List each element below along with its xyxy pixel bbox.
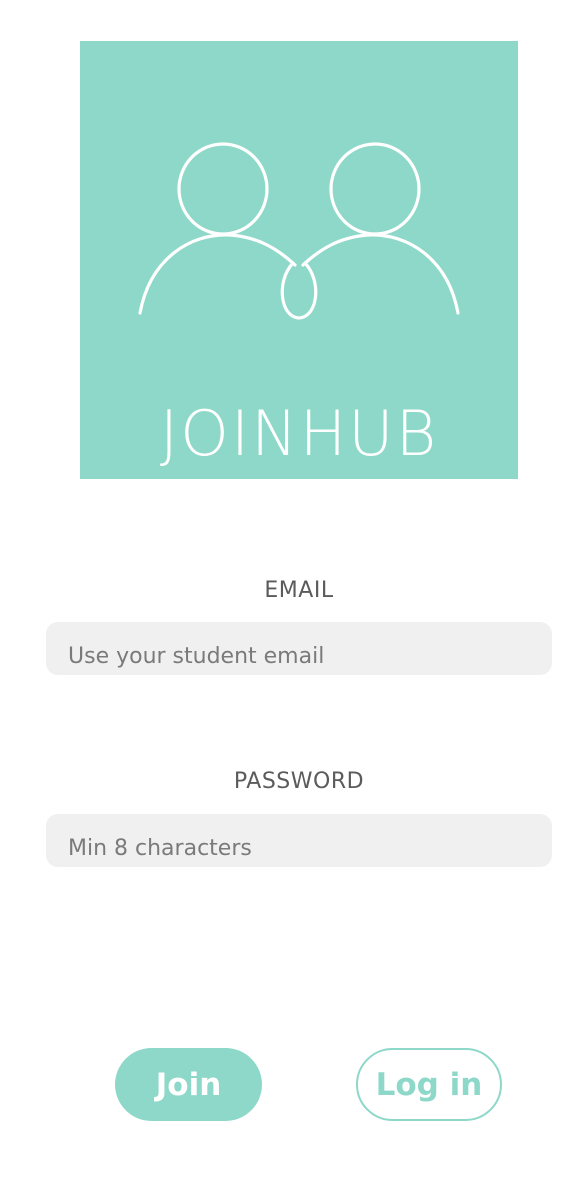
password-field[interactable] xyxy=(46,814,552,867)
join-button[interactable]: Join xyxy=(115,1048,262,1121)
logo: JOINHUB xyxy=(80,41,518,479)
app-name: JOINHUB xyxy=(159,397,439,470)
login-button[interactable]: Log in xyxy=(356,1048,502,1121)
email-label: EMAIL xyxy=(264,578,334,603)
password-label: PASSWORD xyxy=(233,769,365,794)
two-people-icon xyxy=(138,142,460,320)
email-field[interactable] xyxy=(46,622,552,675)
